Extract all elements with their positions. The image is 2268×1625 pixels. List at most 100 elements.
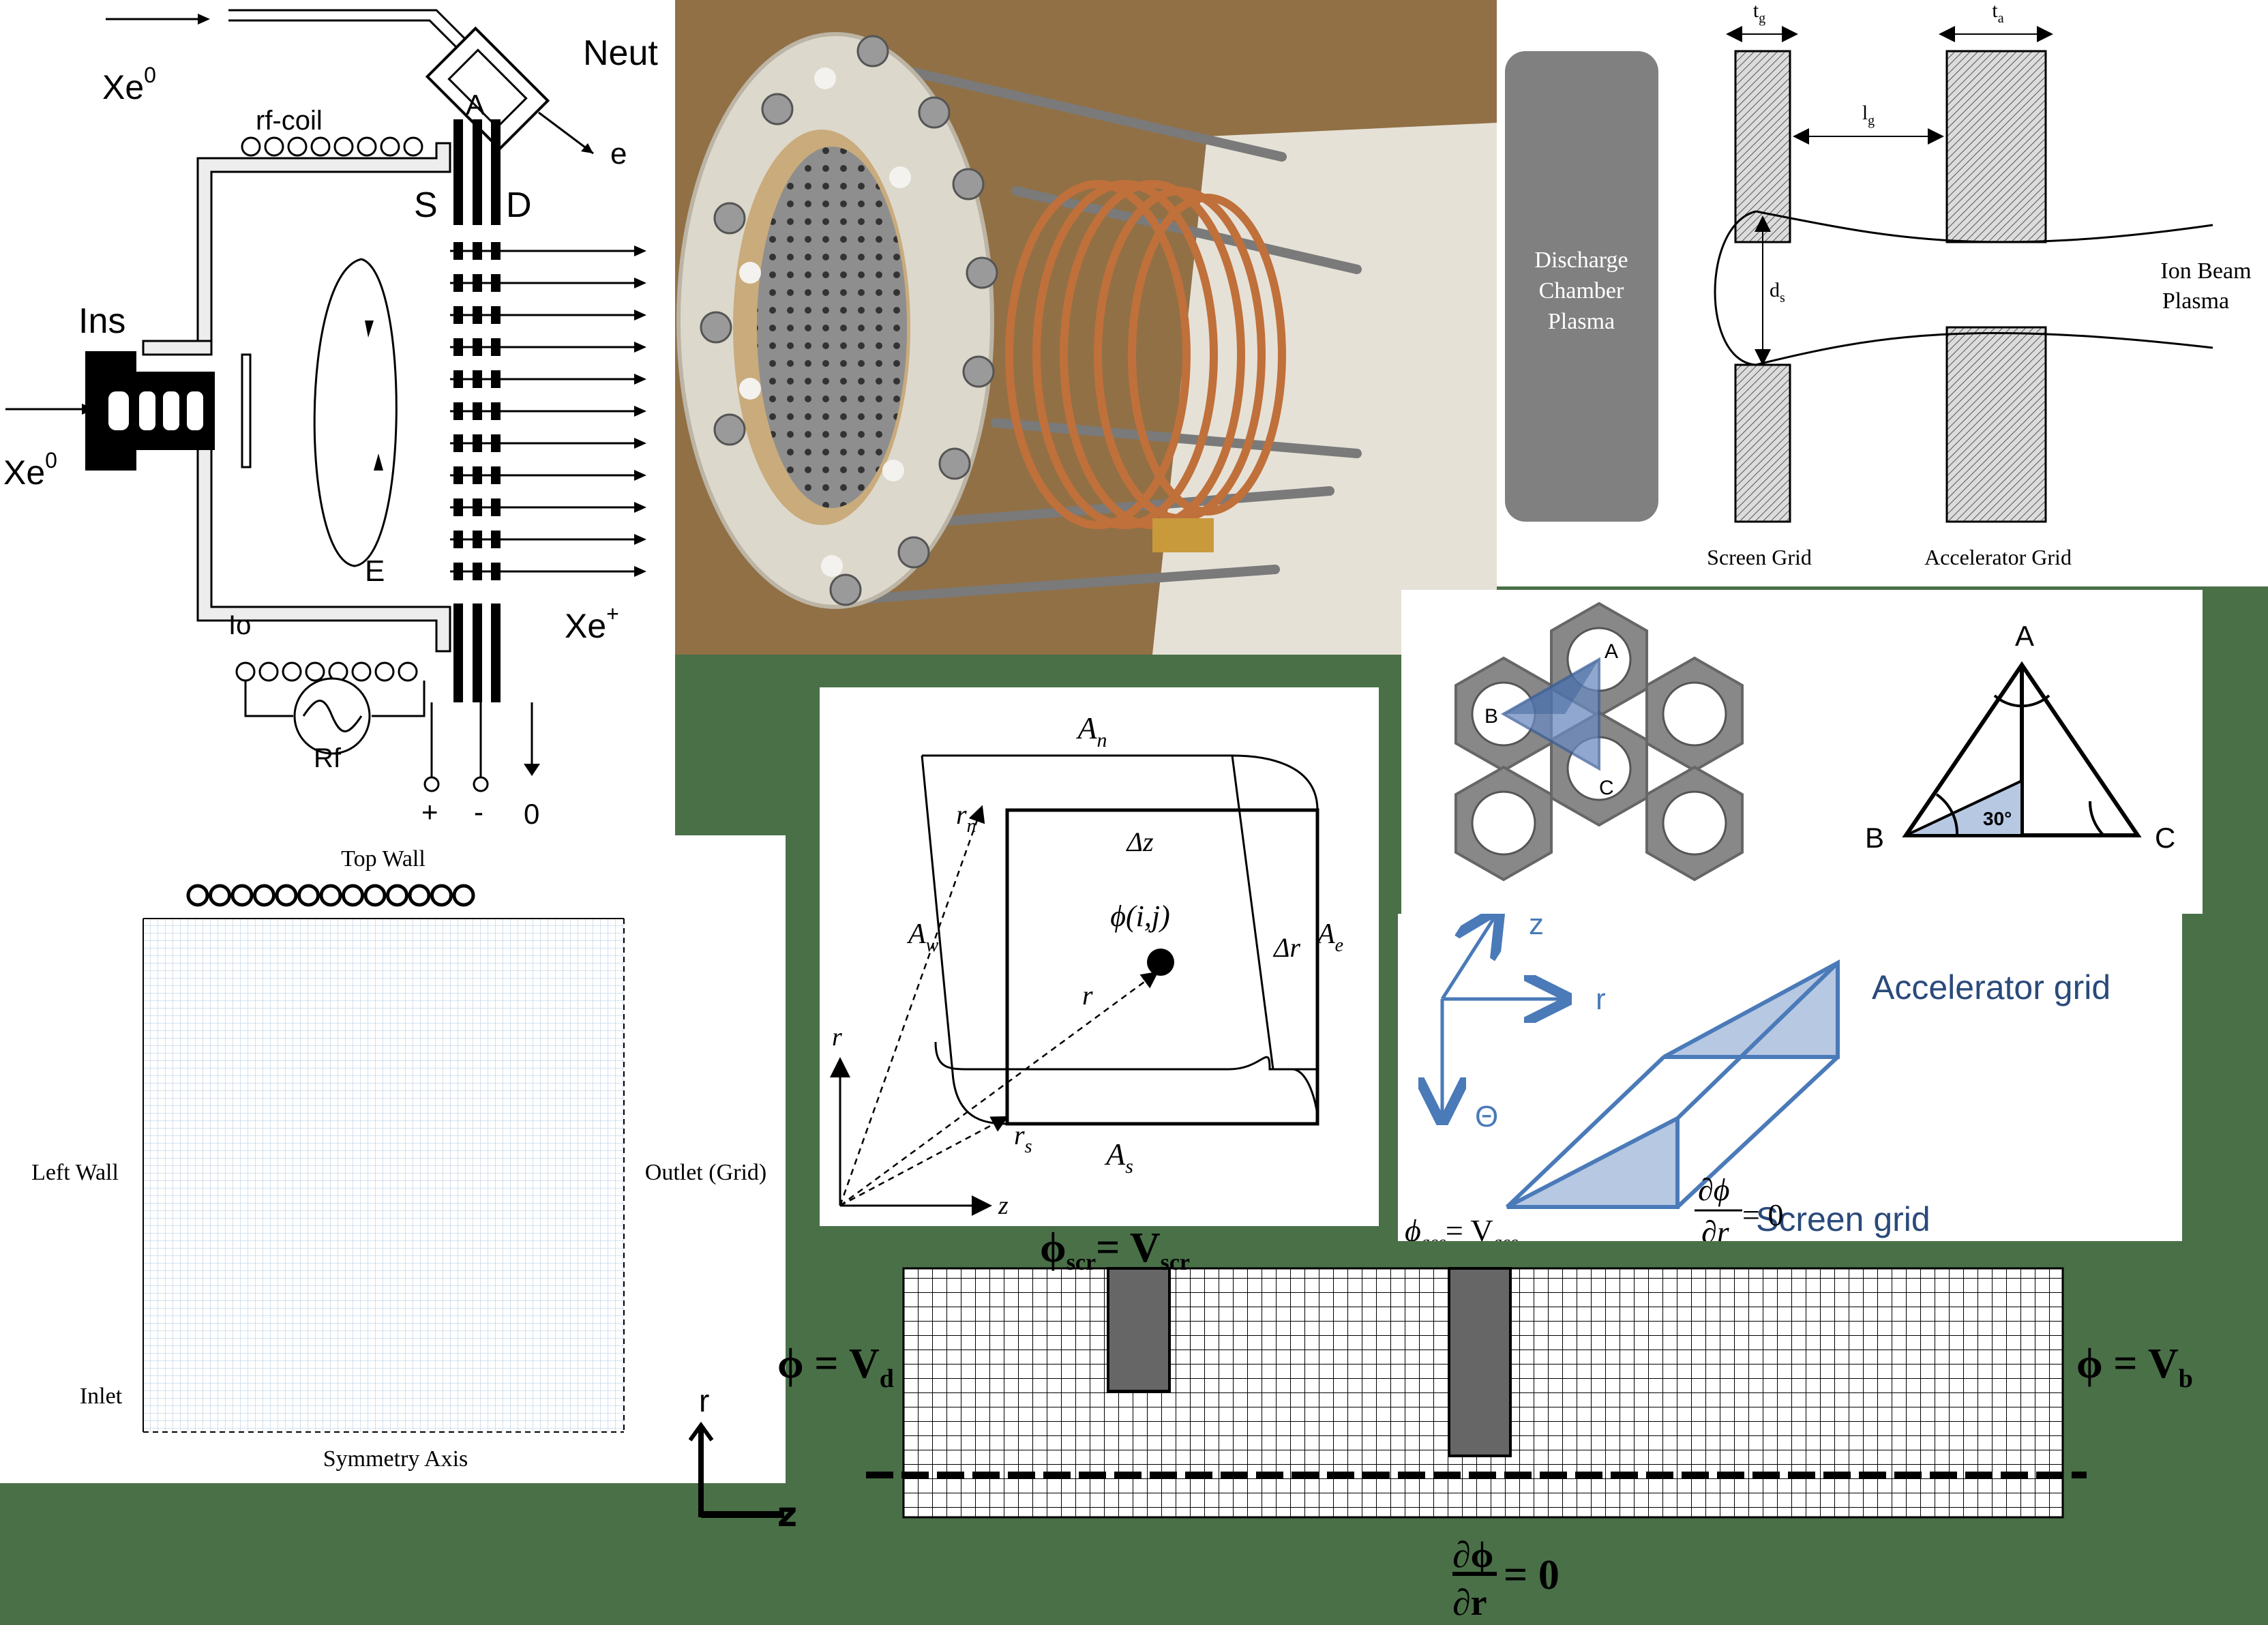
thruster-schematic: Neut e Xe0 rf-coil Ins Xe0 E A S D Xe+ I…	[3, 9, 658, 830]
neut-label: Neut	[583, 33, 658, 73]
ins-label: Ins	[78, 301, 125, 341]
lg-label: lg	[1862, 102, 1875, 128]
hex-aperture-panel: A B C A B C 30°	[1401, 590, 2203, 914]
accel-grid-label: Accelerator grid	[1872, 968, 2110, 1007]
ground-terminal: 0	[524, 798, 539, 830]
dz-label: Δz	[1125, 826, 1153, 857]
wedge-boundary-diagram: z r Θ Accelerator grid Screen grid ∂ϕ ∂r…	[1405, 914, 2110, 1252]
baffle	[241, 353, 252, 468]
coil-turn	[342, 884, 364, 907]
mesh-domain-panel: Top Wall Left Wall Outlet (Grid) Inlet S…	[0, 835, 786, 1483]
coil-turn	[275, 884, 298, 907]
xe0-top-label: Xe0	[102, 63, 156, 106]
coil-turn	[253, 884, 275, 907]
grid-a-label: A	[466, 89, 485, 121]
bottom-r-label: r	[699, 1383, 709, 1418]
neutralizer-tube	[228, 9, 479, 60]
ion-source-photo	[675, 0, 1497, 655]
phi-scr-bc: ϕscr= Vscr	[1040, 1225, 1190, 1275]
accel-grid-block	[1448, 1267, 1512, 1457]
rf-coil-top	[241, 136, 423, 157]
bottom-dphi: ∂ϕ	[1452, 1534, 1493, 1575]
brass-fitting	[1152, 518, 1214, 552]
screen-grid-block	[1107, 1267, 1171, 1392]
ds-label: ds	[1770, 279, 1785, 305]
bottom-dr: ∂r	[1452, 1582, 1487, 1622]
bottom-z-label: z	[777, 1495, 797, 1534]
coil-turn	[430, 884, 453, 907]
extraction-grid	[757, 147, 907, 508]
an-label: An	[1075, 711, 1107, 751]
discharge-line1: Discharge	[1534, 248, 1628, 273]
tg-label: tg	[1753, 0, 1765, 26]
screen-grid-label: Screen Grid	[1707, 545, 1812, 569]
control-volume-panel: An Δz Δr ϕ(i,j) Aw Ae rn rs As r r z	[820, 687, 1379, 1226]
top-wall-coil	[186, 884, 475, 907]
hex-aperture-diagram: A B C A B C 30°	[1454, 601, 2175, 882]
node-point	[1147, 949, 1174, 976]
r-vector-label: r	[1082, 980, 1093, 1011]
ion-beam-line1: Ion Beam	[2160, 258, 2251, 284]
plus-terminal: +	[421, 796, 438, 828]
ion-beamlets	[450, 242, 646, 580]
tri-a-label: A	[2015, 620, 2034, 652]
screen-grid-bottom	[1734, 363, 1791, 523]
ion-beam-line2: Plasma	[2162, 288, 2229, 314]
minus-terminal: -	[474, 796, 483, 828]
io-label: Io	[228, 610, 251, 640]
discharge-line2: Chamber	[1539, 278, 1624, 303]
coil-turn	[386, 884, 408, 907]
z-label: z	[1529, 914, 1544, 941]
grid-d-label: D	[506, 185, 532, 225]
grid-gap-diagram-panel: Discharge Chamber Plasma tg ta lg ds Ion…	[1497, 0, 2268, 586]
top-wall-label: Top Wall	[341, 846, 426, 871]
coil-turn	[230, 884, 254, 907]
tri-b-label: B	[1865, 822, 1884, 854]
phi-label: ϕ(i,j)	[1110, 899, 1170, 933]
phi-left-bc: ϕ = Vd	[777, 1341, 894, 1393]
wedge-diagram-panel: z r Θ Accelerator grid Screen grid ∂ϕ ∂r…	[1398, 914, 2182, 1252]
accel-grid-label: Accelerator Grid	[1924, 545, 2072, 569]
hex-c-label: C	[1599, 777, 1614, 799]
r-axis-label: r	[832, 1023, 842, 1052]
e-field-loop	[313, 258, 398, 567]
ion-source-photo-art	[675, 0, 1497, 655]
rf-coil-label: rf-coil	[256, 106, 323, 136]
accel-grid-top	[1945, 50, 2047, 243]
dr-label: Δr	[1272, 932, 1300, 963]
control-volume-diagram: An Δz Δr ϕ(i,j) Aw Ae rn rs As r r z	[830, 711, 1343, 1220]
xe-plus-label: Xe+	[565, 601, 619, 645]
bottom-mesh-area: ϕ = Vd ϕ = Vb ϕscr= Vscr ∂ϕ ∂r = 0 r z	[688, 1221, 2268, 1623]
r-label: r	[1596, 983, 1606, 1016]
accel-grid-bottom	[1945, 326, 2047, 523]
discharge-line3: Plasma	[1548, 309, 1615, 334]
z-axis-arrow	[1440, 914, 1497, 1000]
electron-label: e	[610, 137, 627, 170]
theta-label: Θ	[1475, 1100, 1498, 1133]
coil-turn	[186, 884, 209, 907]
hex-b-label: B	[1484, 705, 1498, 728]
left-wall-label: Left Wall	[31, 1160, 119, 1185]
thruster-schematic-panel: Neut e Xe0 rf-coil Ins Xe0 E A S D Xe+ I…	[0, 0, 675, 835]
coil-turn	[452, 884, 475, 907]
accel-wedge-face	[1662, 959, 1840, 1059]
outlet-label: Outlet (Grid)	[645, 1160, 766, 1185]
rf-label: Rf	[314, 743, 342, 773]
wedge-dphi: ∂ϕ	[1698, 1172, 1730, 1207]
angle-label: 30°	[1983, 808, 2012, 829]
as-label: As	[1104, 1137, 1133, 1178]
grid-gap-diagram: Discharge Chamber Plasma tg ta lg ds Ion…	[1505, 0, 2252, 569]
grid-s-label: S	[414, 185, 438, 225]
tri-c-label: C	[2155, 822, 2175, 854]
coil-turn	[209, 884, 231, 907]
computational-mesh	[143, 919, 624, 1432]
bottom-eq-zero: = 0	[1504, 1552, 1560, 1598]
coil-turn	[408, 884, 431, 907]
ae-label: Ae	[1315, 919, 1343, 956]
z-axis-label: z	[998, 1191, 1009, 1220]
mesh-domain-diagram: Top Wall Left Wall Outlet (Grid) Inlet S…	[31, 846, 766, 1472]
bottom-mesh-diagram: ϕ = Vd ϕ = Vb ϕscr= Vscr ∂ϕ ∂r = 0 r z	[688, 1225, 2193, 1623]
phi-right-bc: ϕ = Vb	[2076, 1341, 2193, 1393]
hex-a-label: A	[1605, 640, 1618, 663]
e-field-label: E	[365, 554, 385, 588]
